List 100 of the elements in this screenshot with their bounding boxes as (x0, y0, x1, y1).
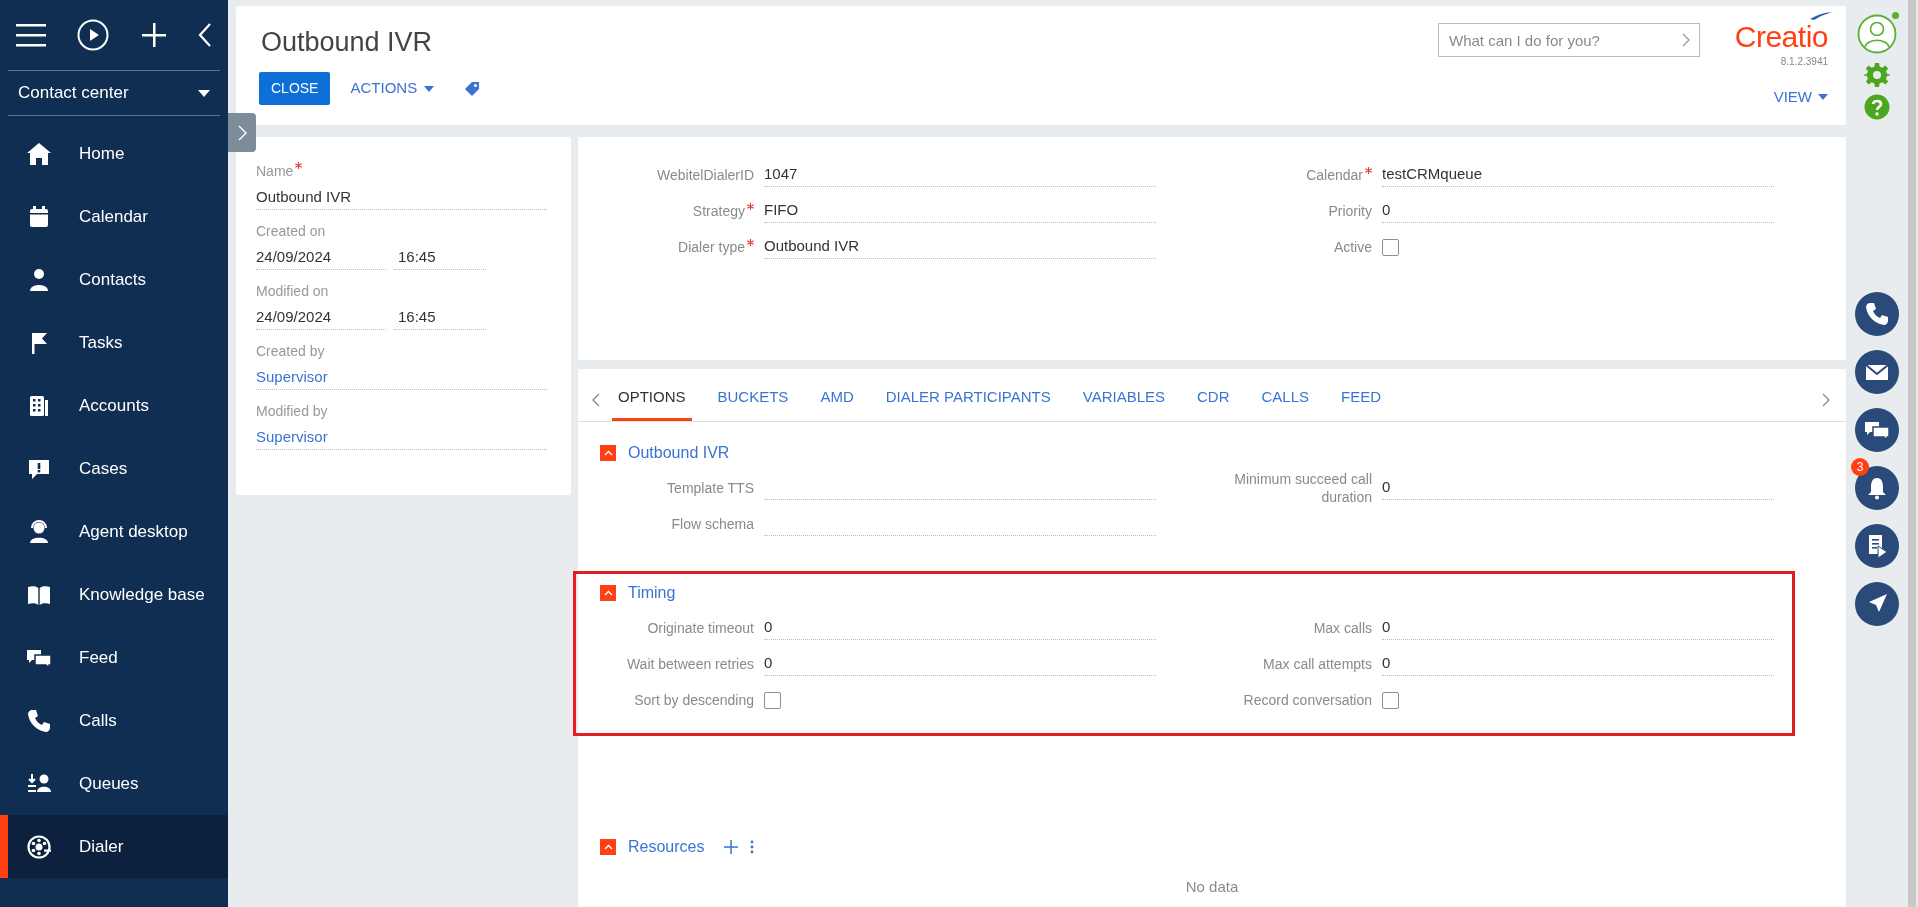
chevron-right-icon (237, 124, 247, 141)
field-label: Wait between retries (626, 655, 754, 673)
field-label: Priority (1328, 202, 1372, 220)
field-label: WebitelDialerID (657, 166, 754, 184)
field-label: Max calls (1313, 619, 1372, 637)
sidebar-item[interactable]: Knowledge base (0, 563, 228, 626)
actions-button[interactable]: ACTIONS (350, 77, 435, 100)
sidebar-item[interactable]: Queues (0, 752, 228, 815)
field-label: Created on (256, 222, 326, 241)
checkbox[interactable] (1382, 238, 1399, 256)
link-field[interactable]: Supervisor (256, 421, 547, 450)
required-icon (747, 203, 754, 210)
scrollbar[interactable] (1908, 0, 1916, 907)
caret-icon (198, 89, 210, 97)
field-label: Max call attempts (1263, 655, 1372, 673)
sidebar-item[interactable]: Cases (0, 437, 228, 500)
sidebar-item[interactable]: Dialer (0, 815, 228, 878)
field-label: Active (1333, 238, 1372, 256)
avatar-icon[interactable] (1857, 14, 1897, 54)
field-label: Flow schema (671, 515, 754, 533)
text-field[interactable]: 0 (764, 610, 1156, 640)
text-field[interactable]: 1047 (764, 157, 1156, 187)
chevron-up-icon (603, 590, 613, 596)
sidebar-item[interactable]: Calls (0, 689, 228, 752)
tab[interactable]: DIALER PARTICIPANTS (879, 377, 1057, 421)
mail-button[interactable] (1855, 350, 1899, 394)
text-field[interactable]: 0 (764, 646, 1156, 676)
sidebar-item[interactable]: Feed (0, 626, 228, 689)
menu-icon[interactable] (16, 23, 46, 47)
text-field[interactable]: testCRMqueue (1382, 157, 1774, 187)
text-field[interactable]: Outbound IVR (256, 181, 547, 210)
tab[interactable]: CDR (1191, 377, 1236, 421)
section-title[interactable]: Outbound IVR (628, 441, 730, 465)
tab[interactable]: AMD (814, 377, 860, 421)
field-label: Template TTS (667, 479, 754, 497)
tab[interactable]: BUCKETS (711, 377, 795, 421)
field-label: Minimum succeed call duration (1233, 470, 1372, 506)
add-icon[interactable] (140, 22, 167, 48)
workspace-selector[interactable]: Contact center (8, 70, 220, 116)
tab[interactable]: FEED (1335, 377, 1388, 421)
tab[interactable]: OPTIONS (612, 377, 692, 421)
field-label: Sort by descending (634, 691, 754, 709)
play-icon[interactable] (77, 19, 110, 51)
sidebar-item[interactable]: Calendar (0, 185, 228, 248)
text-field[interactable]: Outbound IVR (764, 229, 1156, 259)
date-field[interactable]: 24/09/2024 (256, 241, 386, 270)
chevron-left-icon[interactable] (592, 393, 600, 407)
required-icon (1365, 167, 1372, 174)
document-play-button[interactable] (1855, 524, 1899, 568)
logo: Creatio (1734, 22, 1828, 52)
field-label: Modified by (256, 402, 328, 421)
sidebar-item[interactable]: Tasks (0, 311, 228, 374)
date-field[interactable]: 24/09/2024 (256, 301, 386, 330)
time-field[interactable]: 16:45 (394, 241, 486, 270)
expand-toggle[interactable] (228, 113, 256, 152)
field-label: Strategy (692, 202, 754, 220)
tag-icon[interactable] (464, 80, 481, 97)
collapse-toggle[interactable] (600, 445, 616, 461)
field-label: Name (256, 161, 303, 182)
text-field[interactable]: FIFO (764, 193, 1156, 223)
text-field[interactable]: 0 (1382, 193, 1774, 223)
chat-button[interactable] (1855, 408, 1899, 452)
sidebar-item[interactable]: Home (0, 122, 228, 185)
collapse-toggle[interactable] (600, 839, 616, 855)
field-label: Originate timeout (647, 619, 754, 637)
send-button[interactable] (1855, 582, 1899, 626)
text-field[interactable]: 0 (1382, 646, 1774, 676)
field-label: Created by (256, 342, 325, 361)
sidebar-item[interactable]: Accounts (0, 374, 228, 437)
sidebar-item[interactable]: Agent desktop (0, 500, 228, 563)
help-icon[interactable] (1864, 94, 1890, 120)
checkbox[interactable] (764, 691, 781, 709)
phone-icon (1863, 300, 1891, 328)
text-field[interactable]: 0 (1382, 470, 1774, 500)
text-field[interactable]: 0 (1382, 610, 1774, 640)
close-button[interactable]: CLOSE (259, 72, 331, 105)
phone-button[interactable] (1855, 292, 1899, 336)
search-field[interactable]: What can I do for you? (1438, 23, 1700, 57)
sidebar-item[interactable]: Contacts (0, 248, 228, 311)
settings-icon[interactable] (1864, 62, 1890, 88)
section-title[interactable]: Timing (628, 581, 676, 605)
chevron-up-icon (603, 450, 613, 456)
status-dot-icon (1892, 12, 1899, 19)
field-label: Dialer type (678, 238, 754, 256)
link-field[interactable]: Supervisor (256, 361, 547, 390)
swoosh-icon (1810, 12, 1832, 20)
view-button[interactable]: VIEW (1773, 86, 1828, 109)
checkbox[interactable] (1382, 691, 1399, 709)
caret-icon (424, 85, 435, 92)
caret-icon (1818, 94, 1828, 101)
field-label: Calendar (1306, 166, 1372, 184)
chevron-right-icon[interactable] (1822, 393, 1830, 407)
section-title[interactable]: Resources (628, 835, 705, 859)
empty-message: No data (1184, 877, 1240, 897)
tab[interactable]: CALLS (1255, 377, 1316, 421)
collapse-icon[interactable] (198, 22, 212, 48)
collapse-toggle[interactable] (600, 585, 616, 601)
time-field[interactable]: 16:45 (394, 301, 486, 330)
more-icon[interactable] (750, 840, 755, 854)
tab[interactable]: VARIABLES (1076, 377, 1172, 421)
